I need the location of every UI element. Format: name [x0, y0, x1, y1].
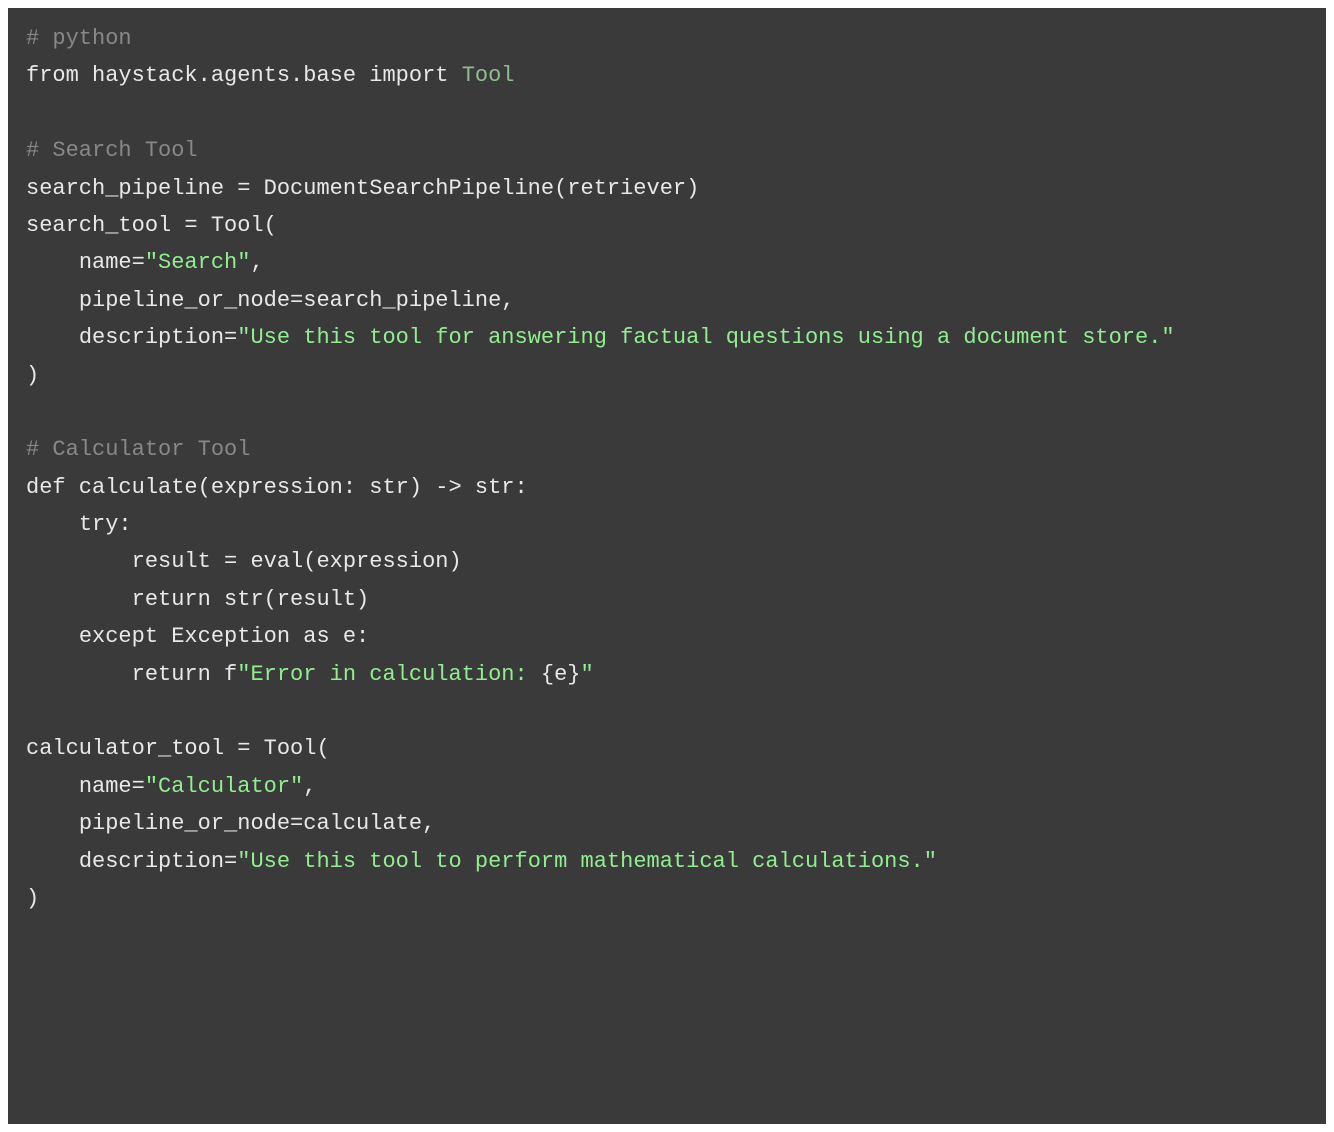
- code-line: ,: [250, 250, 263, 275]
- code-line: name=: [26, 774, 145, 799]
- code-block: # python from haystack.agents.base impor…: [8, 8, 1326, 1124]
- keyword-from: from: [26, 63, 79, 88]
- class-tool: Tool: [462, 63, 515, 88]
- module-path: haystack.agents.base: [79, 63, 369, 88]
- code-line: return f: [26, 662, 237, 687]
- code-line: ,: [303, 774, 316, 799]
- code-line: description=: [26, 325, 237, 350]
- code-line: name=: [26, 250, 145, 275]
- comment-search-tool: # Search Tool: [26, 138, 198, 163]
- code-line: except Exception as e:: [26, 624, 369, 649]
- keyword-import: import: [369, 63, 448, 88]
- code-line: ): [26, 363, 39, 388]
- code-line: search_tool = Tool(: [26, 213, 277, 238]
- code-line: try:: [26, 512, 132, 537]
- code-line: ): [26, 886, 39, 911]
- code-line: def calculate(expression: str) -> str:: [26, 475, 528, 500]
- string-literal: "Error in calculation:: [237, 662, 541, 687]
- code-line: pipeline_or_node=search_pipeline,: [26, 288, 514, 313]
- string-literal: ": [581, 662, 594, 687]
- string-literal: "Use this tool to perform mathematical c…: [237, 849, 937, 874]
- code-line: result = eval(expression): [26, 549, 462, 574]
- code-line: description=: [26, 849, 237, 874]
- code-line: search_pipeline = DocumentSearchPipeline…: [26, 176, 699, 201]
- comment-python: # python: [26, 26, 132, 51]
- code-line: return str(result): [26, 587, 369, 612]
- space: [448, 63, 461, 88]
- code-line: calculator_tool = Tool(: [26, 736, 330, 761]
- string-literal: "Use this tool for answering factual que…: [237, 325, 1174, 350]
- fstring-expression: {e}: [541, 662, 581, 687]
- string-literal: "Search": [145, 250, 251, 275]
- code-line: pipeline_or_node=calculate,: [26, 811, 435, 836]
- string-literal: "Calculator": [145, 774, 303, 799]
- comment-calculator-tool: # Calculator Tool: [26, 437, 250, 462]
